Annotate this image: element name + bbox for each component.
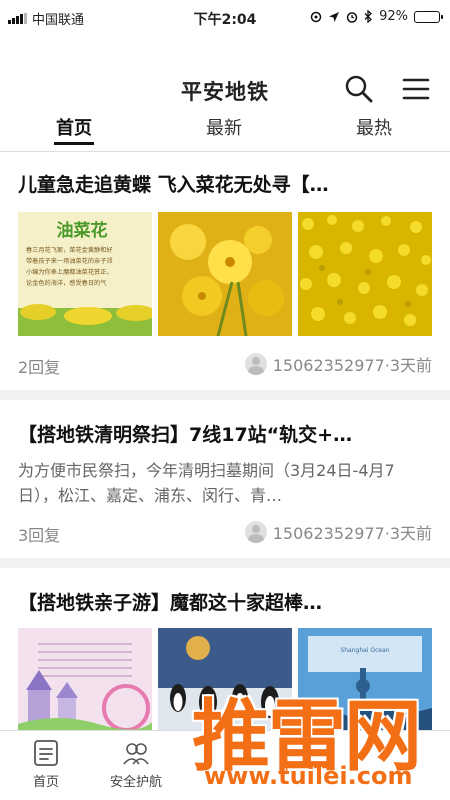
navigation-arrow-icon bbox=[329, 11, 340, 22]
article-title[interactable]: 【搭地铁亲子游】魔都这十家超棒… bbox=[18, 588, 432, 615]
article-card[interactable]: 儿童急走追黄蝶 飞入菜花无处寻【… 油菜花 春三月花飞絮，菜花金黄静和好 带着孩… bbox=[0, 152, 450, 390]
bluetooth-icon bbox=[364, 10, 373, 23]
author-info: 15062352977·3天前 bbox=[244, 352, 432, 376]
app-title: 平安地铁 bbox=[181, 80, 269, 104]
article-card[interactable]: 【搭地铁清明祭扫】7线17站“轨交+… 为方便市民祭扫，今年清明扫墓期间（3月2… bbox=[0, 400, 450, 558]
article-card[interactable]: 【搭地铁亲子游】魔都这十家超棒… Shanghai Ocean bbox=[0, 568, 450, 730]
home-list-icon bbox=[34, 740, 58, 766]
thumbnail-poster[interactable]: 油菜花 春三月花飞絮，菜花金黄静和好 带着孩子来一场油菜花的亲子郊 小编为你奉上… bbox=[18, 212, 152, 336]
svg-text:带着孩子来一场油菜花的亲子郊: 带着孩子来一场油菜花的亲子郊 bbox=[26, 257, 113, 265]
flower-icon bbox=[158, 212, 292, 336]
people-icon bbox=[123, 743, 149, 765]
svg-text:Shanghai Ocean: Shanghai Ocean bbox=[340, 647, 389, 654]
app-header: 平安地铁 首页 最新 最热 bbox=[0, 34, 450, 152]
penguin-icon bbox=[158, 628, 292, 730]
bottom-nav-home[interactable]: 首页 bbox=[6, 739, 86, 790]
poster-heading: 油菜花 bbox=[57, 220, 108, 241]
bottom-nav-home-label: 首页 bbox=[32, 775, 59, 790]
bottom-nav-safety[interactable]: 安全护航 bbox=[96, 739, 176, 790]
author-time: 15062352977·3天前 bbox=[272, 356, 432, 375]
battery-percent: 92% bbox=[379, 9, 408, 24]
article-title[interactable]: 【搭地铁清明祭扫】7线17站“轨交+… bbox=[18, 420, 432, 447]
tab-home[interactable]: 首页 bbox=[34, 114, 114, 145]
thumbnail-flower[interactable] bbox=[158, 212, 292, 336]
search-button[interactable] bbox=[344, 74, 374, 104]
author-info: 15062352977·3天前 bbox=[244, 520, 432, 544]
menu-button[interactable] bbox=[402, 76, 430, 102]
article-thumbnails: Shanghai Ocean bbox=[18, 628, 432, 730]
article-title[interactable]: 儿童急走追黄蝶 飞入菜花无处寻【… bbox=[18, 170, 432, 197]
tab-hottest[interactable]: 最热 bbox=[334, 114, 414, 140]
tab-latest[interactable]: 最新 bbox=[184, 114, 264, 140]
tab-bar: 首页 最新 最热 bbox=[0, 114, 450, 152]
status-right: 92% bbox=[310, 9, 443, 24]
reply-count[interactable]: 3回复 bbox=[18, 522, 60, 546]
reply-count[interactable]: 2回复 bbox=[18, 354, 60, 378]
poster-icon: 油菜花 春三月花飞絮，菜花金黄静和好 带着孩子来一场油菜花的亲子郊 小编为你奉上… bbox=[18, 212, 152, 336]
author-time: 15062352977·3天前 bbox=[272, 524, 432, 543]
svg-text:小编为你奉上魔都油菜花赏正，: 小编为你奉上魔都油菜花赏正， bbox=[26, 268, 113, 276]
field-icon bbox=[298, 212, 432, 336]
svg-text:论金色的海洋，感受春日的气: 论金色的海洋，感受春日的气 bbox=[26, 279, 106, 287]
alarm-icon bbox=[346, 11, 358, 23]
thumbnail-penguin[interactable] bbox=[158, 628, 292, 730]
thumbnail-tower[interactable]: Shanghai Ocean bbox=[298, 628, 432, 730]
bottom-nav-safety-label: 安全护航 bbox=[109, 775, 162, 790]
svg-text:春三月花飞絮，菜花金黄静和好: 春三月花飞絮，菜花金黄静和好 bbox=[26, 246, 113, 254]
bottom-tab-bar: 首页 安全护航 bbox=[0, 730, 450, 800]
tower-icon: Shanghai Ocean bbox=[298, 628, 432, 730]
article-summary: 为方便市民祭扫，今年清明扫墓期间（3月24日-4月7日），松江、嘉定、浦东、闵行… bbox=[18, 461, 395, 505]
article-meta: 3回复 15062352977·3天前 bbox=[18, 520, 432, 546]
battery-icon bbox=[414, 10, 443, 23]
article-meta: 2回复 15062352977·3天前 bbox=[18, 352, 432, 378]
status-bar: 中国联通 下午2:04 92% bbox=[0, 0, 450, 34]
thumbnail-castle[interactable] bbox=[18, 628, 152, 730]
hamburger-menu-icon bbox=[402, 78, 430, 100]
location-icon bbox=[310, 11, 322, 22]
castle-icon bbox=[18, 628, 152, 730]
avatar-icon bbox=[244, 521, 267, 543]
thumbnail-field[interactable] bbox=[298, 212, 432, 336]
article-thumbnails: 油菜花 春三月花飞絮，菜花金黄静和好 带着孩子来一场油菜花的亲子郊 小编为你奉上… bbox=[18, 212, 432, 336]
avatar-icon bbox=[244, 353, 267, 375]
search-icon bbox=[345, 75, 373, 103]
